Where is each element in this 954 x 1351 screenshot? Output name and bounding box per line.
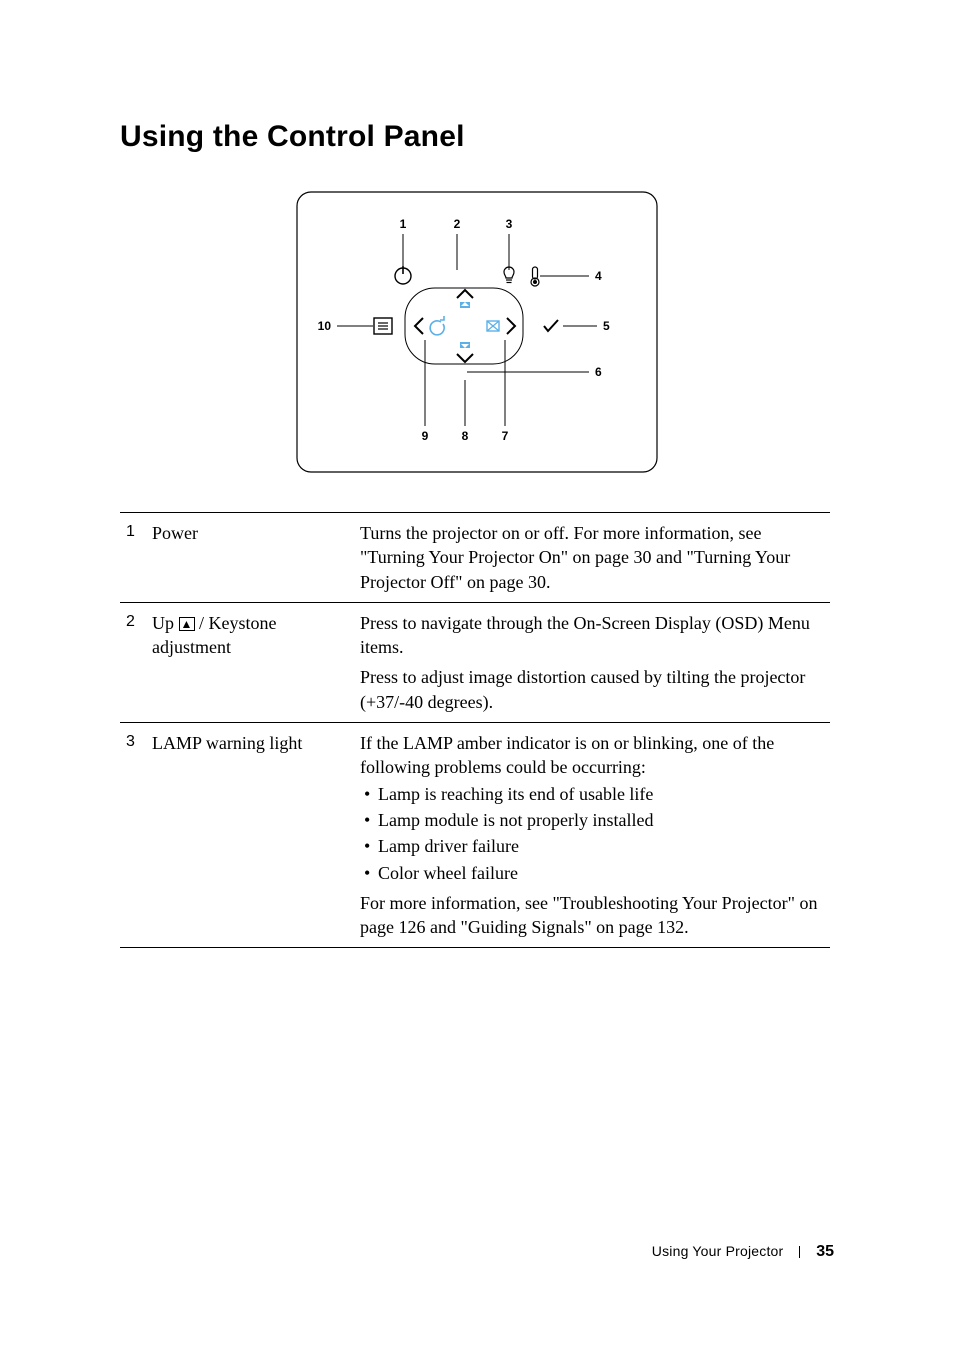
callout-5: 5	[603, 319, 610, 333]
callout-9: 9	[422, 429, 429, 443]
row-body-para1: Press to navigate through the On-Screen …	[360, 611, 824, 660]
power-icon	[395, 266, 411, 284]
callout-8: 8	[462, 429, 469, 443]
auto-adjust-icon	[430, 316, 444, 335]
keystone-up-icon	[460, 302, 470, 308]
footer-separator	[799, 1246, 800, 1258]
callout-1: 1	[400, 217, 407, 231]
chevron-up-icon: ▲	[179, 617, 195, 631]
callout-4: 4	[595, 269, 602, 283]
row-label: Power	[146, 513, 354, 603]
row-body-para2: Press to adjust image distortion caused …	[360, 665, 824, 714]
row-label: LAMP warning light	[146, 723, 354, 948]
row-body: Press to navigate through the On-Screen …	[354, 602, 830, 722]
keystone-down-icon	[460, 342, 470, 348]
table-row: 1 Power Turns the projector on or off. F…	[120, 513, 830, 603]
row-body-more: For more information, see "Troubleshooti…	[360, 891, 824, 940]
list-item: Lamp driver failure	[360, 834, 824, 858]
row-body-intro: If the LAMP amber indicator is on or bli…	[360, 731, 824, 780]
chevron-right-icon	[507, 318, 515, 334]
enter-check-icon	[544, 320, 558, 331]
list-item: Lamp module is not properly installed	[360, 808, 824, 832]
list-item: Color wheel failure	[360, 861, 824, 885]
page-footer: Using Your Projector 35	[652, 1243, 834, 1261]
chevron-left-icon	[415, 318, 423, 334]
row-number: 2	[120, 602, 146, 722]
row-label: Up ▲ / Keystone adjustment	[146, 602, 354, 722]
control-panel-diagram: 1 2 3 4 5 6 9 8 7	[120, 182, 834, 482]
callout-6: 6	[595, 365, 602, 379]
list-item: Lamp is reaching its end of usable life	[360, 782, 824, 806]
callout-10: 10	[318, 319, 332, 333]
callout-3: 3	[506, 217, 513, 231]
row-bullets: Lamp is reaching its end of usable life …	[360, 782, 824, 885]
chevron-down-icon	[457, 354, 473, 362]
chevron-up-icon	[457, 290, 473, 298]
temp-icon	[531, 267, 539, 286]
callout-7: 7	[502, 429, 509, 443]
row-number: 1	[120, 513, 146, 603]
footer-label: Using Your Projector	[652, 1243, 784, 1259]
menu-icon	[374, 318, 392, 334]
row-body: If the LAMP amber indicator is on or bli…	[354, 723, 830, 948]
table-row: 3 LAMP warning light If the LAMP amber i…	[120, 723, 830, 948]
callout-2: 2	[454, 217, 461, 231]
table-row: 2 Up ▲ / Keystone adjustment Press to na…	[120, 602, 830, 722]
section-title: Using the Control Panel	[120, 120, 834, 154]
row-number: 3	[120, 723, 146, 948]
description-table: 1 Power Turns the projector on or off. F…	[120, 512, 830, 948]
footer-page-number: 35	[816, 1243, 834, 1260]
blank-screen-icon	[487, 321, 499, 331]
row-label-prefix: Up	[152, 613, 179, 633]
row-body: Turns the projector on or off. For more …	[354, 513, 830, 603]
